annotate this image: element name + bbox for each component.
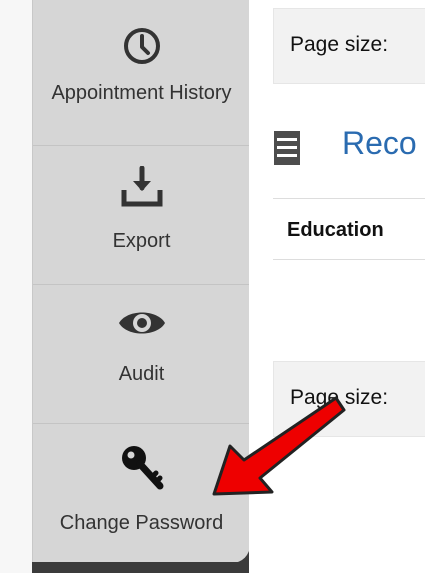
sidebar-footer-corner — [216, 543, 250, 563]
window-edge — [0, 0, 32, 573]
page-size-bar-bottom: Page size: — [273, 361, 425, 437]
section-title: Reco — [342, 125, 417, 161]
sidebar-item-label: Audit — [118, 363, 165, 385]
download-icon — [121, 166, 162, 207]
table-body — [273, 260, 425, 360]
sidebar-item-label: Change Password — [59, 512, 224, 534]
sidebar-item-change-password[interactable]: Change Password — [33, 424, 250, 554]
clock-icon — [123, 28, 160, 64]
app-root: Appointment History Export Audit Change … — [0, 0, 425, 573]
sidebar-item-label: Export — [112, 230, 171, 252]
sidebar-item-export[interactable]: Export — [33, 146, 250, 285]
eye-icon — [118, 312, 165, 334]
page-size-label: Page size: — [290, 33, 389, 56]
key-icon — [121, 446, 163, 490]
table-header-row: Education — [273, 198, 425, 261]
sidebar-item-appointment-history[interactable]: Appointment History — [33, 0, 250, 146]
page-size-label: Page size: — [290, 386, 389, 409]
sidebar: Appointment History Export Audit Change … — [32, 0, 250, 573]
list-menu-icon[interactable] — [274, 131, 300, 165]
page-size-bar-top: Page size: — [273, 8, 425, 84]
sidebar-item-label: Appointment History — [51, 82, 232, 104]
main-content: Page size: Reco Education Page size: — [249, 0, 425, 573]
column-header-education[interactable]: Education — [287, 219, 384, 242]
sidebar-item-audit[interactable]: Audit — [33, 285, 250, 424]
sidebar-footer-bar — [32, 562, 249, 573]
